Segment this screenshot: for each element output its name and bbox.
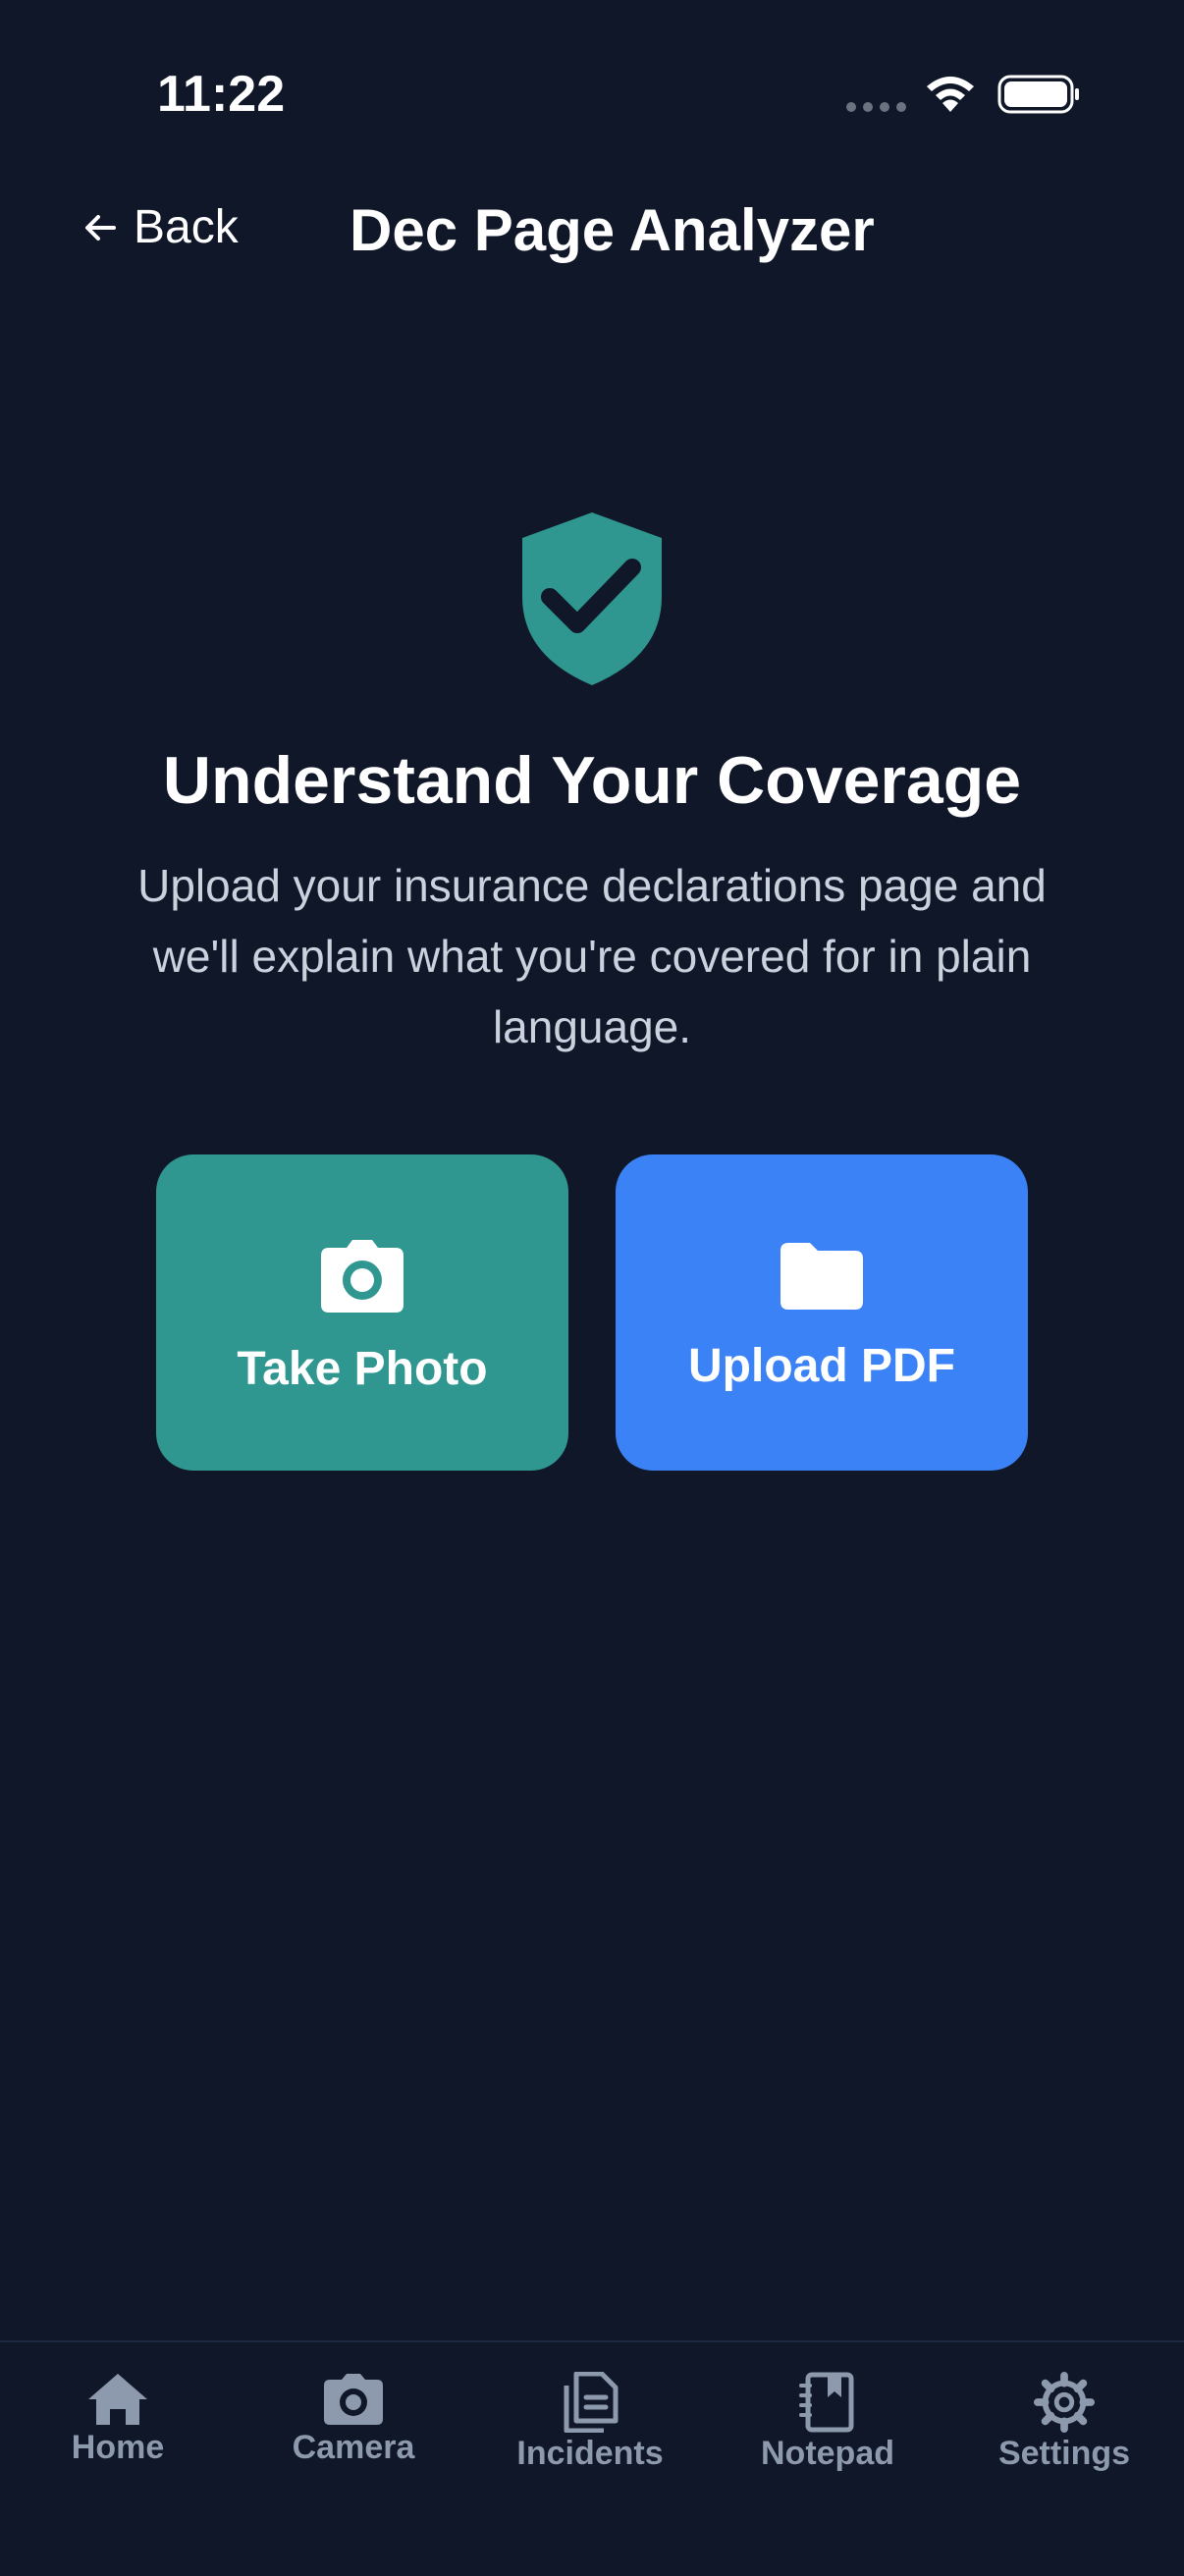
tab-settings[interactable]: Settings [956, 2372, 1172, 2473]
take-photo-label: Take Photo [237, 1342, 488, 1395]
gear-icon [1034, 2372, 1095, 2433]
tab-bar: Home Camera Incidents Notepad Settings [0, 2340, 1184, 2576]
back-label: Back [134, 201, 239, 253]
take-photo-button[interactable]: Take Photo [156, 1154, 568, 1471]
home-icon [88, 2374, 147, 2425]
folder-icon [780, 1242, 863, 1310]
nav-bar: Back Dec Page Analyzer [0, 187, 1184, 285]
camera-icon [321, 1239, 404, 1313]
tab-home-label: Home [71, 2429, 165, 2466]
shield-check-icon [522, 512, 662, 685]
back-button[interactable]: Back [81, 200, 239, 254]
notebook-icon [799, 2372, 854, 2433]
camera-icon [324, 2374, 383, 2425]
battery-icon [997, 75, 1079, 114]
status-bar: 11:22 [0, 0, 1184, 187]
status-time: 11:22 [157, 66, 286, 123]
hero-description: Upload your insurance declarations page … [137, 860, 1047, 1052]
wifi-icon [927, 77, 974, 112]
page-title: Dec Page Analyzer [350, 197, 875, 263]
tab-notepad-label: Notepad [761, 2435, 894, 2472]
arrow-left-icon [85, 214, 116, 241]
documents-icon [564, 2372, 619, 2433]
tab-settings-label: Settings [997, 2435, 1131, 2472]
tab-home[interactable]: Home [10, 2372, 226, 2467]
upload-pdf-button[interactable]: Upload PDF [616, 1154, 1028, 1471]
tab-incidents-label: Incidents [516, 2435, 664, 2472]
signal-dots-icon [846, 102, 906, 112]
hero-heading: Understand Your Coverage [162, 743, 1022, 818]
tab-camera-label: Camera [292, 2429, 415, 2466]
tab-notepad[interactable]: Notepad [720, 2372, 936, 2473]
tab-camera[interactable]: Camera [245, 2372, 461, 2467]
upload-pdf-label: Upload PDF [688, 1339, 955, 1392]
tab-incidents[interactable]: Incidents [482, 2372, 698, 2473]
